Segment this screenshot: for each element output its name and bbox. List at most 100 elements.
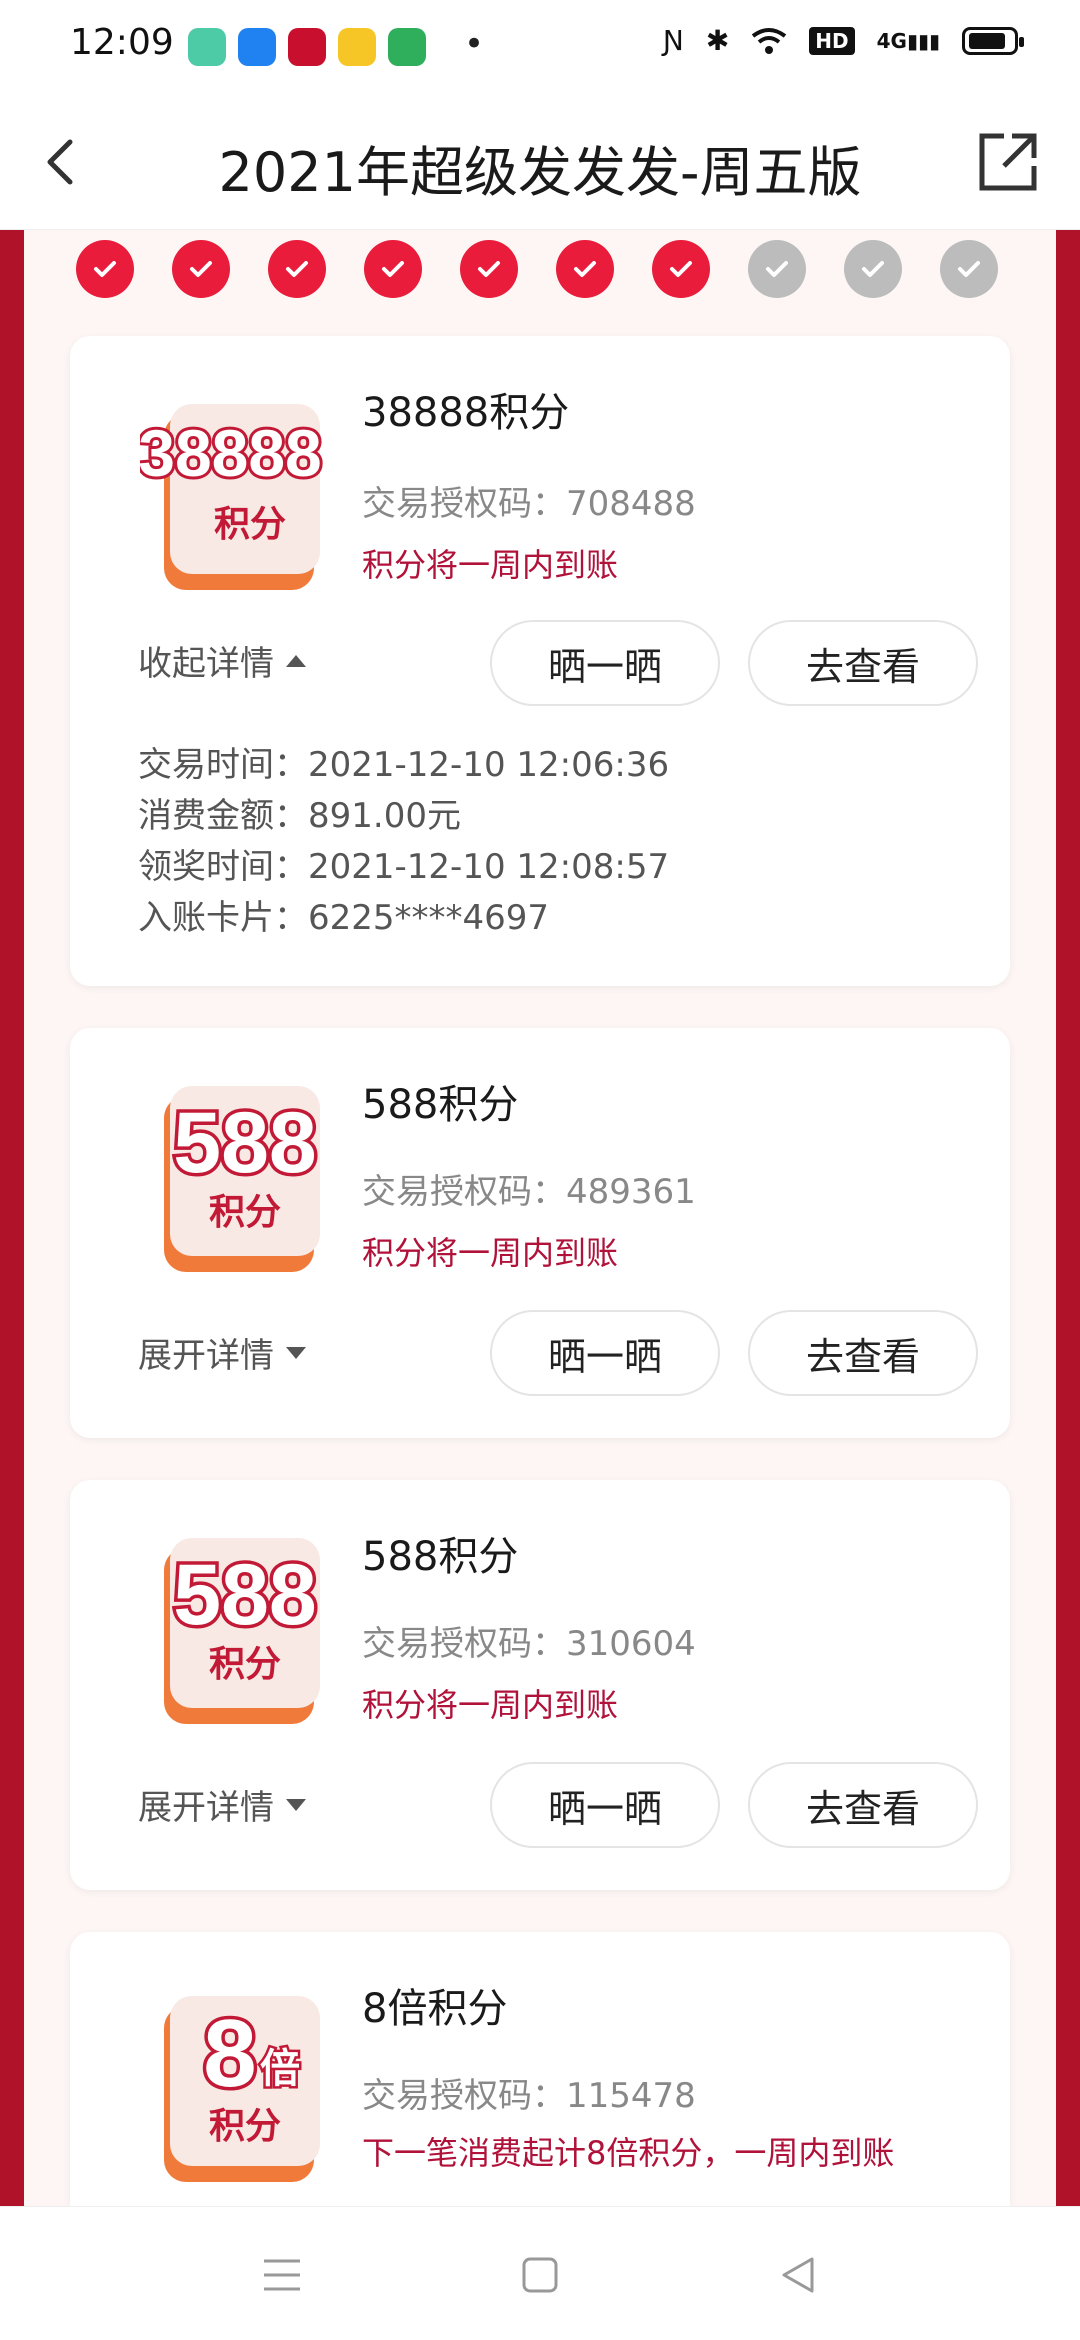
collapse-detail-toggle[interactable]: 收起详情	[138, 636, 306, 685]
prize-tile-icon: 8 倍 积分	[164, 1996, 320, 2182]
arrival-note: 积分将一周内到账	[362, 1686, 619, 1724]
status-indicators: Ɲ ✱ HD 4G▮▮▮	[662, 24, 1024, 57]
card-title: 588积分	[362, 1534, 519, 1580]
tile-sub-text: 积分	[209, 1192, 281, 1233]
prize-card: 8 倍 积分 8倍积分 交易授权码：115478 下一笔消费起计8倍积分，一周内…	[70, 1932, 1010, 2232]
auth-code-row: 交易授权码：708488	[362, 476, 696, 525]
check-icon	[94, 261, 116, 277]
check-icon	[190, 261, 212, 277]
card-title: 38888积分	[362, 390, 570, 436]
progress-step-pending	[940, 240, 998, 298]
auth-code-value: 310604	[566, 1624, 696, 1664]
check-icon	[574, 261, 596, 277]
notification-app-icon	[188, 28, 226, 66]
app-header: 2021年超级发发发-周五版	[0, 96, 1080, 230]
bank-app-icon	[288, 28, 326, 66]
caret-down-icon	[286, 1798, 306, 1811]
progress-step-done	[556, 240, 614, 298]
page-title: 2021年超级发发发-周五版	[218, 141, 862, 204]
check-icon	[382, 261, 404, 277]
detail-amount: 消费金额：891.00元	[138, 796, 461, 836]
status-app-icons	[188, 28, 426, 66]
network-type: 4G	[876, 28, 907, 53]
view-button[interactable]: 去查看	[748, 1762, 978, 1848]
share-icon[interactable]	[976, 130, 1040, 194]
view-button[interactable]: 去查看	[748, 1310, 978, 1396]
progress-step-pending	[748, 240, 806, 298]
auth-code-value: 115478	[566, 2076, 696, 2116]
progress-step-done	[172, 240, 230, 298]
check-icon	[478, 261, 500, 277]
auth-code-row: 交易授权码：115478	[362, 2068, 696, 2117]
notes-app-icon	[338, 28, 376, 66]
progress-step-done	[268, 240, 326, 298]
tile-sub-text: 积分	[209, 2106, 281, 2147]
tile-big-text: 38888	[140, 416, 322, 490]
prize-card: 38888 积分 38888积分 交易授权码：708488 积分将一周内到账 收…	[70, 336, 1010, 986]
toggle-label: 收起详情	[138, 644, 274, 684]
card-title: 588积分	[362, 1082, 519, 1128]
check-icon	[862, 261, 884, 277]
wifi-icon	[752, 27, 787, 54]
expand-detail-toggle[interactable]: 展开详情	[138, 1780, 306, 1829]
prize-tile-icon: 588 积分	[164, 1538, 320, 1724]
nfc-icon: Ɲ	[662, 24, 684, 57]
auth-code-label: 交易授权码：	[362, 1172, 566, 1212]
auth-code-label: 交易授权码：	[362, 484, 566, 524]
expand-detail-toggle[interactable]: 展开详情	[138, 1328, 306, 1377]
detail-list: 交易时间：2021-12-10 12:06:36 消费金额：891.00元 领奖…	[138, 740, 669, 944]
signal-icon: 4G▮▮▮	[876, 28, 940, 53]
more-notifications-icon: •	[464, 24, 485, 64]
check-icon	[670, 261, 692, 277]
check-icon	[286, 261, 308, 277]
detail-transaction-time: 交易时间：2021-12-10 12:06:36	[138, 745, 670, 785]
tile-small-text: 倍	[260, 2046, 300, 2092]
tile-big-text: 588	[173, 1095, 317, 1191]
prize-tile-icon: 38888 积分	[140, 404, 325, 590]
detail-card: 入账卡片：6225****4697	[138, 898, 550, 938]
auth-code-value: 708488	[566, 484, 696, 524]
caret-up-icon	[286, 654, 306, 667]
card-title: 8倍积分	[362, 1986, 508, 2032]
menu-icon[interactable]	[258, 2251, 306, 2299]
auth-code-label: 交易授权码：	[362, 2076, 566, 2116]
status-time: 12:09	[70, 22, 174, 63]
arrival-note: 下一笔消费起计8倍积分，一周内到账	[362, 2134, 895, 2172]
alipay-icon	[238, 28, 276, 66]
tile-big-text: 588	[173, 1547, 317, 1643]
caret-down-icon	[286, 1346, 306, 1359]
video-app-icon	[388, 28, 426, 66]
nav-back-icon[interactable]	[774, 2251, 822, 2299]
hd-badge: HD	[809, 26, 855, 55]
status-bar: 12:09 • Ɲ ✱ HD 4G▮▮▮	[0, 0, 1080, 96]
system-nav-bar	[0, 2206, 1080, 2340]
view-button[interactable]: 去查看	[748, 620, 978, 706]
auth-code-value: 489361	[566, 1172, 696, 1212]
progress-step-done	[460, 240, 518, 298]
auth-code-row: 交易授权码：489361	[362, 1164, 696, 1213]
toggle-label: 展开详情	[138, 1788, 274, 1828]
share-button[interactable]: 晒一晒	[490, 1310, 720, 1396]
progress-step-done	[652, 240, 710, 298]
home-icon[interactable]	[516, 2251, 564, 2299]
prize-card: 588 积分 588积分 交易授权码：489361 积分将一周内到账 展开详情 …	[70, 1028, 1010, 1438]
progress-steps	[76, 240, 998, 298]
auth-code-row: 交易授权码：310604	[362, 1616, 696, 1665]
share-button[interactable]: 晒一晒	[490, 620, 720, 706]
detail-award-time: 领奖时间：2021-12-10 12:08:57	[138, 847, 670, 887]
arrival-note: 积分将一周内到账	[362, 1234, 619, 1272]
progress-step-done	[76, 240, 134, 298]
share-button[interactable]: 晒一晒	[490, 1762, 720, 1848]
tile-big-text: 8	[203, 2000, 256, 2107]
check-icon	[958, 261, 980, 277]
tile-sub-text: 积分	[214, 504, 286, 545]
prize-card: 588 积分 588积分 交易授权码：310604 积分将一周内到账 展开详情 …	[70, 1480, 1010, 1890]
check-icon	[766, 261, 788, 277]
toggle-label: 展开详情	[138, 1336, 274, 1376]
progress-step-done	[364, 240, 422, 298]
progress-step-pending	[844, 240, 902, 298]
arrival-note: 积分将一周内到账	[362, 546, 619, 584]
auth-code-label: 交易授权码：	[362, 1624, 566, 1664]
prize-tile-icon: 588 积分	[164, 1086, 320, 1272]
battery-icon	[962, 26, 1024, 55]
